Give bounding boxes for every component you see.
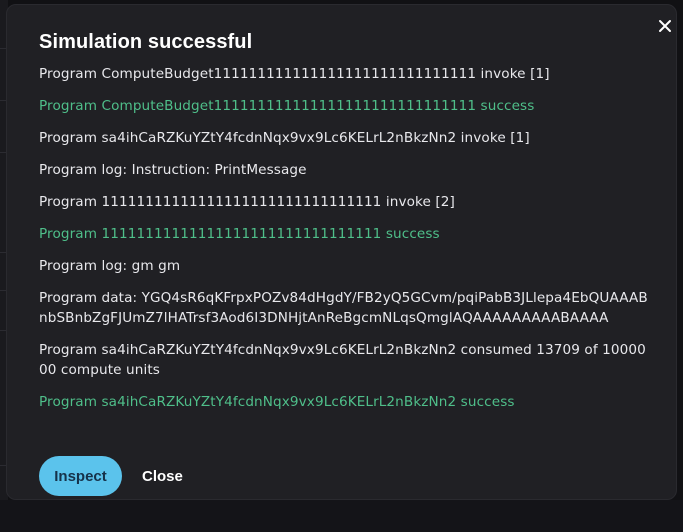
dialog-title: Simulation successful bbox=[39, 31, 253, 53]
simulation-result-dialog: Simulation successful Program ComputeBud… bbox=[6, 4, 677, 500]
log-line: Program sa4ihCaRZKuYZtY4fcdnNqx9vx9Lc6KE… bbox=[39, 342, 646, 378]
inspect-button[interactable]: Inspect bbox=[39, 456, 122, 496]
dialog-actions: Inspect Close bbox=[39, 456, 187, 496]
log-line: Program ComputeBudget1111111111111111111… bbox=[39, 66, 550, 82]
log-line: Program 11111111111111111111111111111111… bbox=[39, 226, 440, 242]
log-line: Program sa4ihCaRZKuYZtY4fcdnNqx9vx9Lc6KE… bbox=[39, 130, 530, 146]
log-line: Program ComputeBudget1111111111111111111… bbox=[39, 98, 535, 114]
close-button[interactable]: Close bbox=[138, 456, 187, 496]
log-line: Program 11111111111111111111111111111111… bbox=[39, 194, 455, 210]
background-footer bbox=[0, 500, 683, 532]
close-icon[interactable] bbox=[652, 13, 678, 39]
log-line: Program log: gm gm bbox=[39, 258, 181, 274]
log-list: Program ComputeBudget1111111111111111111… bbox=[39, 64, 649, 424]
log-line: Program log: Instruction: PrintMessage bbox=[39, 162, 307, 178]
log-line: Program sa4ihCaRZKuYZtY4fcdnNqx9vx9Lc6KE… bbox=[39, 394, 515, 410]
log-line: Program data: YGQ4sR6qKFrpxPOZv84dHgdY/F… bbox=[39, 290, 648, 326]
